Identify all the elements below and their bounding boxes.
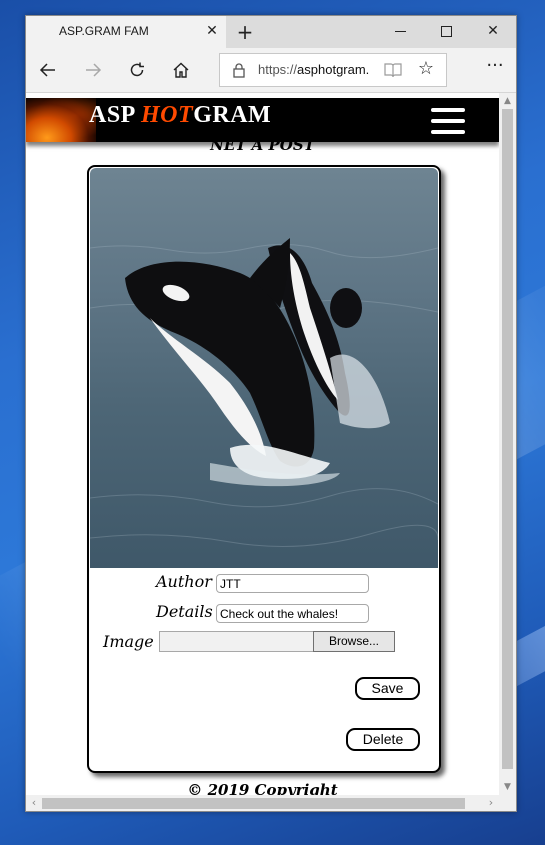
home-icon[interactable]: [167, 56, 195, 84]
browser-window: ASP.GRAM FAM ✕ + ✕ https://asphotgram. ☆…: [25, 15, 517, 812]
minimize-button[interactable]: [378, 16, 424, 48]
author-input[interactable]: JTT: [216, 574, 369, 593]
brand-hot: HOT: [141, 102, 194, 128]
page-title: NET A POST: [210, 136, 315, 154]
scroll-left-icon[interactable]: ‹: [26, 795, 42, 811]
browser-tab[interactable]: ASP.GRAM FAM ✕: [26, 16, 226, 48]
url-scheme: https://: [258, 62, 298, 77]
new-tab-icon[interactable]: +: [233, 19, 257, 45]
post-card: Author JTT Details Check out the whales!…: [87, 165, 441, 773]
favorite-star-icon[interactable]: ☆: [416, 59, 436, 79]
forward-icon[interactable]: [79, 56, 107, 84]
orca-photo: [90, 168, 438, 568]
maximize-button[interactable]: [424, 16, 470, 48]
vertical-scrollbar[interactable]: ▲ ▼: [499, 93, 516, 795]
back-icon[interactable]: [34, 56, 62, 84]
close-tab-icon[interactable]: ✕: [204, 22, 220, 40]
scroll-right-icon[interactable]: ›: [483, 795, 499, 811]
page-viewport: ASP HOTGRAM NET A POST Author JTT Detail…: [26, 93, 499, 795]
vertical-scroll-thumb[interactable]: [502, 109, 513, 769]
horizontal-scroll-thumb[interactable]: [42, 798, 465, 809]
copyright-footer: © 2019 Copyright: [187, 781, 338, 795]
close-window-button[interactable]: ✕: [470, 16, 516, 48]
save-button[interactable]: Save: [355, 677, 420, 700]
maximize-icon: [441, 26, 452, 37]
details-input[interactable]: Check out the whales!: [216, 604, 369, 623]
url-host: asphotgram.: [297, 62, 370, 77]
minimize-icon: [395, 31, 406, 32]
browse-button[interactable]: Browse...: [313, 631, 395, 652]
tab-bar: ASP.GRAM FAM ✕ + ✕: [26, 16, 516, 48]
author-label: Author: [156, 572, 212, 591]
details-label: Details: [156, 602, 213, 621]
hamburger-menu-icon[interactable]: [431, 108, 465, 134]
horizontal-scrollbar[interactable]: ‹ ›: [26, 795, 499, 811]
site-logo[interactable]: ASP HOTGRAM: [89, 102, 271, 129]
image-label: Image: [103, 632, 154, 651]
address-bar[interactable]: https://asphotgram. ☆: [219, 53, 447, 87]
url-text[interactable]: https://asphotgram.: [258, 62, 376, 77]
scrollbar-corner: [499, 795, 516, 811]
address-toolbar: https://asphotgram. ☆ ···: [26, 48, 516, 93]
file-path-field[interactable]: [159, 631, 314, 652]
reader-view-icon[interactable]: [384, 62, 402, 78]
delete-button[interactable]: Delete: [346, 728, 420, 751]
brand-asp: ASP: [89, 102, 142, 128]
refresh-icon[interactable]: [123, 56, 151, 84]
tab-title: ASP.GRAM FAM: [59, 24, 149, 38]
scroll-down-icon[interactable]: ▼: [499, 779, 516, 795]
lock-icon: [232, 62, 246, 78]
more-icon[interactable]: ···: [481, 56, 509, 84]
brand-gram: GRAM: [193, 102, 272, 128]
scroll-up-icon[interactable]: ▲: [499, 93, 516, 109]
